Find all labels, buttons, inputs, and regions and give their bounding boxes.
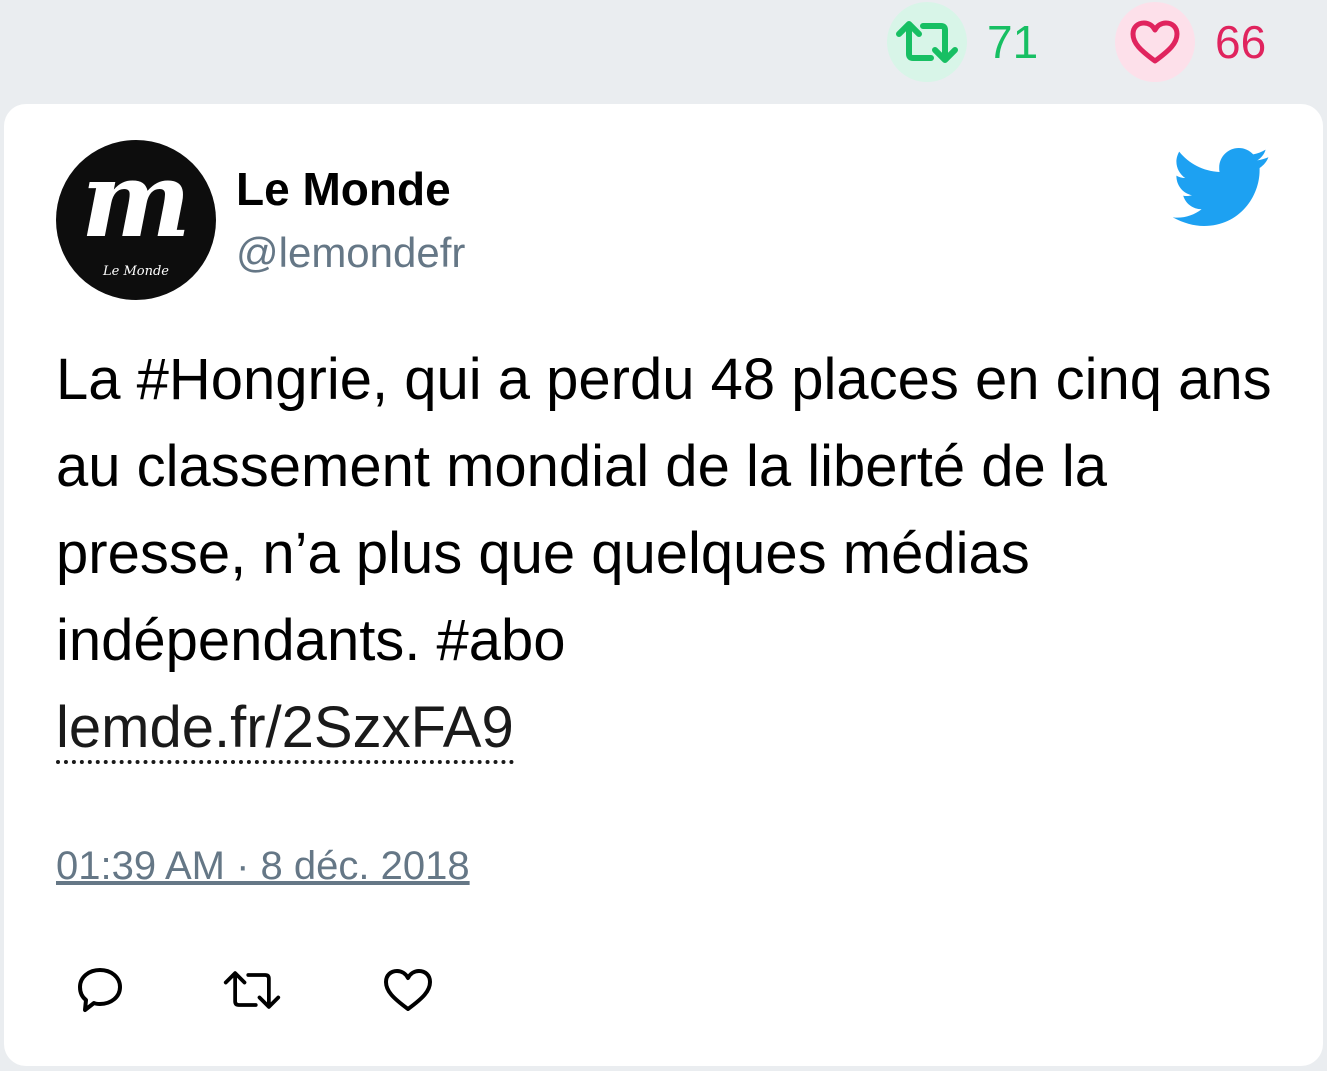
tweet-body: La #Hongrie, qui a perdu 48 places en ci… [56, 347, 1272, 673]
avatar-logo-letter: m [80, 140, 192, 261]
twitter-bird-icon[interactable] [1173, 148, 1271, 228]
tweet-timestamp[interactable]: 01:39 AM · 8 déc. 2018 [56, 846, 470, 886]
tweet-text: La #Hongrie, qui a perdu 48 places en ci… [56, 336, 1276, 771]
engagement-bar: 71 66 [0, 0, 1327, 100]
reply-icon[interactable] [70, 960, 130, 1020]
tweet-card: m Le Monde Le Monde @lemondefr La #Hongr… [4, 104, 1323, 1066]
retweet-action-icon[interactable] [222, 960, 282, 1020]
avatar[interactable]: m Le Monde [56, 140, 216, 300]
heart-icon[interactable] [1115, 2, 1195, 82]
avatar-logo-caption: Le Monde [103, 264, 169, 279]
retweet-icon[interactable] [887, 2, 967, 82]
author-handle[interactable]: @lemondefr [236, 232, 465, 274]
author-name[interactable]: Le Monde [236, 166, 451, 212]
tweet-link[interactable]: lemde.fr/2SzxFA9 [56, 695, 514, 764]
like-action-icon[interactable] [378, 960, 438, 1020]
retweet-stat[interactable]: 71 [887, 2, 1038, 82]
retweet-count: 71 [987, 16, 1039, 68]
like-stat[interactable]: 66 [1115, 2, 1266, 82]
like-count: 66 [1215, 16, 1267, 68]
